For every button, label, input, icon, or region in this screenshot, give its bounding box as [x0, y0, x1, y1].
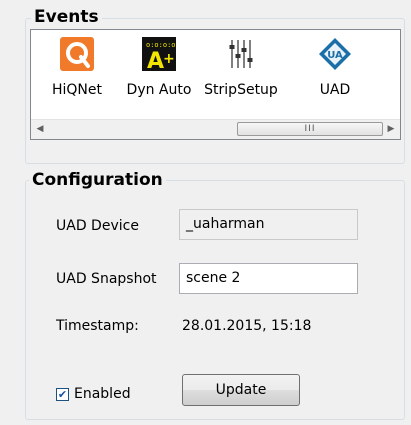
events-listview[interactable]: HiQNet o:o:o:o A + Dyn Auto StripSetup U… [30, 29, 401, 140]
update-button[interactable]: Update [182, 374, 300, 406]
event-item-uad[interactable]: UA UAD [295, 30, 375, 120]
horizontal-scrollbar[interactable]: ◀ III ▶ [31, 119, 400, 139]
uad-snapshot-label: UAD Snapshot [56, 271, 157, 287]
svg-text:UA: UA [327, 50, 343, 61]
event-item-dyn-auto[interactable]: o:o:o:o A + Dyn Auto [119, 30, 199, 120]
uad-snapshot-input[interactable]: scene 2 [179, 263, 358, 294]
checkmark-icon: ✔ [57, 388, 68, 401]
event-item-label: HiQNet [51, 82, 102, 98]
scroll-thumb[interactable]: III [237, 122, 383, 136]
event-item-label: Dyn Auto [126, 82, 192, 98]
uad-icon: UA [319, 38, 351, 70]
scroll-left-icon[interactable]: ◀ [31, 120, 49, 139]
timestamp-label: Timestamp: [56, 318, 139, 334]
uad-device-field: _uaharman [179, 209, 358, 240]
svg-text:+: + [163, 51, 175, 67]
svg-text:o:o:o:o: o:o:o:o [146, 41, 176, 49]
configuration-title: Configuration [29, 171, 166, 189]
uad-device-label: UAD Device [56, 218, 139, 234]
hiqnet-icon [60, 37, 94, 71]
svg-text:A: A [147, 49, 164, 72]
events-title: Events [31, 8, 102, 26]
enabled-checkbox[interactable]: ✔ [56, 388, 69, 401]
dyn-auto-icon: o:o:o:o A + [142, 37, 176, 72]
event-item-label: UAD [319, 82, 351, 98]
strip-setup-icon [229, 40, 253, 68]
enabled-label[interactable]: Enabled [74, 386, 131, 402]
event-item-label: StripSetup [204, 82, 278, 98]
scroll-right-icon[interactable]: ▶ [382, 120, 400, 139]
timestamp-value: 28.01.2015, 15:18 [182, 318, 312, 334]
event-item-strip-setup[interactable]: StripSetup [201, 30, 281, 120]
event-item-hiqnet[interactable]: HiQNet [37, 30, 117, 120]
